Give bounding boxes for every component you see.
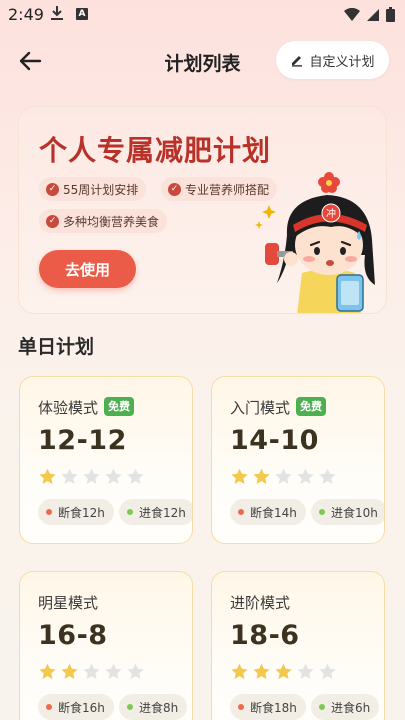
fasting-dot-icon bbox=[238, 704, 244, 710]
star-filled-icon bbox=[253, 663, 270, 679]
plan-card[interactable]: 进阶模式 18-6 断食18h 进食6h bbox=[211, 571, 385, 720]
star-empty-icon bbox=[297, 663, 314, 679]
fasting-dot-icon bbox=[46, 509, 52, 515]
fasting-hours: 断食18h bbox=[230, 694, 306, 720]
promo-banner[interactable]: 个人专属减肥计划 ✓ 55周计划安排 ✓ 专业营养师搭配 ✓ 多种均衡营养美食 … bbox=[18, 106, 387, 314]
promo-tag: ✓ 55周计划安排 bbox=[39, 177, 147, 201]
star-filled-icon bbox=[231, 468, 248, 484]
plan-name: 入门模式 bbox=[230, 399, 291, 417]
fasting-dot-icon bbox=[238, 509, 244, 515]
fasting-label: 断食14h bbox=[250, 505, 297, 520]
promo-tag: ✓ 多种均衡营养美食 bbox=[39, 209, 168, 233]
status-bar: 2:49 A bbox=[0, 0, 405, 30]
star-filled-icon bbox=[253, 468, 270, 484]
star-empty-icon bbox=[319, 663, 336, 679]
eating-dot-icon bbox=[319, 704, 325, 710]
plan-ratio: 16-8 bbox=[38, 620, 108, 651]
free-badge: 免费 bbox=[296, 397, 326, 416]
plan-rating bbox=[230, 662, 337, 681]
fasting-label: 断食12h bbox=[58, 505, 105, 520]
custom-plan-button[interactable]: 自定义计划 bbox=[276, 41, 389, 79]
mascot-illustration: 冲 bbox=[255, 172, 375, 313]
star-empty-icon bbox=[297, 468, 314, 484]
plan-rating bbox=[38, 467, 145, 486]
star-filled-icon bbox=[39, 663, 56, 679]
eating-label: 进食10h bbox=[331, 505, 378, 520]
wifi-icon bbox=[344, 7, 360, 26]
star-empty-icon bbox=[275, 468, 292, 484]
eating-label: 进食8h bbox=[139, 700, 179, 715]
star-empty-icon bbox=[319, 468, 336, 484]
plan-ratio: 18-6 bbox=[230, 620, 300, 651]
plan-rating bbox=[38, 662, 145, 681]
status-time: 2:49 bbox=[8, 5, 44, 24]
fasting-label: 断食16h bbox=[58, 700, 105, 715]
star-filled-icon bbox=[61, 663, 78, 679]
star-filled-icon bbox=[39, 468, 56, 484]
plan-ratio: 12-12 bbox=[38, 425, 127, 456]
eating-label: 进食6h bbox=[331, 700, 371, 715]
plan-card[interactable]: 体验模式 免费 12-12 断食12h 进食12h bbox=[19, 376, 193, 544]
plan-card[interactable]: 入门模式 免费 14-10 断食14h 进食10h bbox=[211, 376, 385, 544]
star-empty-icon bbox=[105, 468, 122, 484]
free-badge: 免费 bbox=[104, 397, 134, 416]
star-empty-icon bbox=[83, 663, 100, 679]
fasting-label: 断食18h bbox=[250, 700, 297, 715]
use-plan-button[interactable]: 去使用 bbox=[39, 250, 136, 288]
eating-hours: 进食6h bbox=[311, 694, 380, 720]
star-empty-icon bbox=[83, 468, 100, 484]
custom-plan-label: 自定义计划 bbox=[309, 54, 375, 70]
star-filled-icon bbox=[275, 663, 292, 679]
star-empty-icon bbox=[127, 663, 144, 679]
app-notification-icon: A bbox=[76, 8, 88, 20]
star-empty-icon bbox=[127, 468, 144, 484]
star-empty-icon bbox=[61, 468, 78, 484]
plan-name: 体验模式 bbox=[38, 399, 99, 417]
check-icon: ✓ bbox=[168, 182, 181, 196]
plan-name: 明星模式 bbox=[38, 594, 99, 612]
fasting-dot-icon bbox=[46, 704, 52, 710]
plan-name: 进阶模式 bbox=[230, 594, 291, 612]
star-filled-icon bbox=[231, 663, 248, 679]
promo-tag-label: 55周计划安排 bbox=[63, 182, 139, 197]
pencil-icon bbox=[292, 56, 303, 67]
top-nav: 计划列表 自定义计划 bbox=[0, 40, 405, 80]
battery-icon bbox=[386, 7, 395, 26]
eating-hours: 进食12h bbox=[119, 499, 192, 525]
plan-ratio: 14-10 bbox=[230, 425, 319, 456]
section-title: 单日计划 bbox=[18, 336, 95, 358]
promo-title: 个人专属减肥计划 bbox=[39, 134, 272, 167]
promo-tag-label: 多种均衡营养美食 bbox=[63, 214, 160, 229]
eating-hours: 进食8h bbox=[119, 694, 188, 720]
eating-label: 进食12h bbox=[139, 505, 186, 520]
fasting-hours: 断食12h bbox=[38, 499, 114, 525]
check-icon: ✓ bbox=[46, 214, 59, 228]
eating-dot-icon bbox=[127, 509, 133, 515]
eating-dot-icon bbox=[127, 704, 133, 710]
eating-hours: 进食10h bbox=[311, 499, 384, 525]
plan-rating bbox=[230, 467, 337, 486]
signal-icon bbox=[366, 7, 380, 26]
download-icon bbox=[50, 5, 64, 25]
fasting-hours: 断食16h bbox=[38, 694, 114, 720]
eating-dot-icon bbox=[319, 509, 325, 515]
star-empty-icon bbox=[105, 663, 122, 679]
check-icon: ✓ bbox=[46, 182, 59, 196]
fasting-hours: 断食14h bbox=[230, 499, 306, 525]
plan-card[interactable]: 明星模式 16-8 断食16h 进食8h bbox=[19, 571, 193, 720]
mascot-badge-text: 冲 bbox=[326, 207, 336, 220]
